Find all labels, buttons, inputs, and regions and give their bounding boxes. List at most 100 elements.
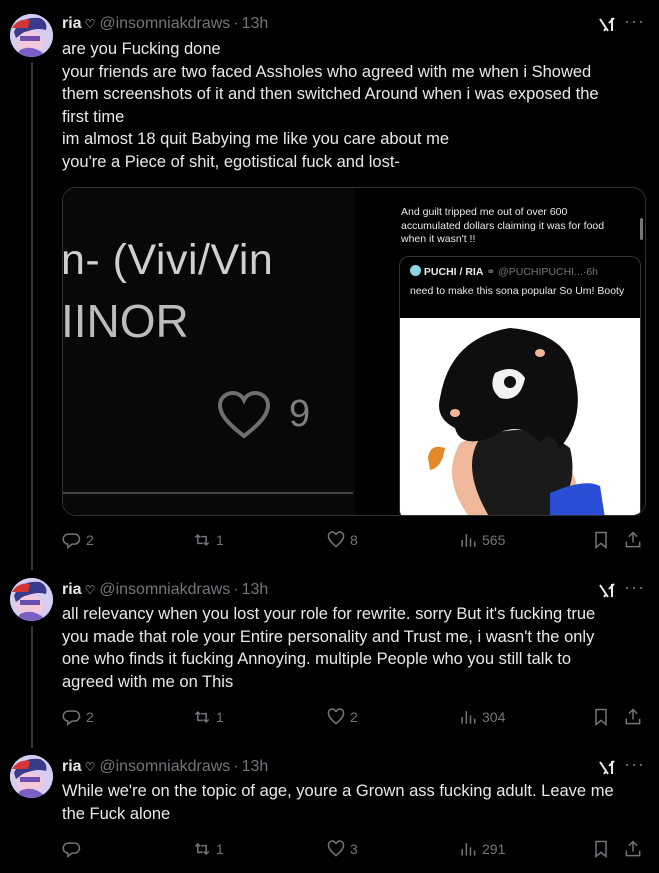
repost-count: 1 — [216, 532, 224, 548]
action-bar: 2 1 2 304 — [62, 707, 652, 729]
reply-button[interactable]: 2 — [62, 707, 94, 727]
views-icon — [461, 534, 476, 547]
views-button[interactable]: 291 — [458, 839, 505, 859]
like-count: 2 — [350, 709, 358, 725]
share-icon — [625, 531, 641, 548]
handle[interactable]: @insomniakdraws — [99, 758, 230, 775]
tweet-header: ria ♡ @insomniakdraws · 13h — [62, 14, 268, 34]
grok-icon[interactable] — [597, 758, 617, 778]
repost-count: 1 — [216, 841, 224, 857]
bookmark-button[interactable] — [591, 707, 611, 727]
repost-button[interactable]: 1 — [192, 707, 224, 727]
avatar[interactable] — [10, 14, 53, 57]
action-bar: 1 3 291 — [62, 839, 652, 861]
tweet-header: ria ♡ @insomniakdraws · 13h — [62, 757, 268, 777]
tweet-text: While we're on the topic of age, youre a… — [62, 780, 652, 825]
heart-badge-icon: ♡ — [84, 17, 96, 31]
view-count: 565 — [482, 532, 506, 548]
display-name[interactable]: ria — [62, 15, 82, 32]
timestamp[interactable]: 13h — [242, 758, 269, 775]
tweet[interactable]: ria ♡ @insomniakdraws · 13h ··· While we're … — [0, 749, 659, 873]
tweet-text-line: are you Fucking done — [62, 40, 221, 58]
share-icon — [625, 708, 641, 725]
screenshot-right: And guilt tripped me out of over 600 acc… — [389, 188, 645, 515]
screenshot-like-count: 9 — [289, 393, 311, 435]
tweet-text-line: the Fuck alone — [62, 804, 171, 823]
heart-badge-icon: ♡ — [84, 583, 96, 597]
handle[interactable]: @insomniakdraws — [99, 15, 230, 32]
bookmark-button[interactable] — [591, 839, 611, 859]
handle[interactable]: @insomniakdraws — [99, 581, 230, 598]
like-button[interactable]: 2 — [326, 707, 358, 727]
media-image[interactable]: n- (Vivi/Vin IINOR 9 And guilt tripped m… — [62, 187, 646, 516]
reply-button[interactable] — [62, 839, 86, 859]
reply-icon — [62, 533, 81, 550]
dot-separator: · — [233, 15, 239, 32]
dot-separator: · — [233, 581, 239, 598]
bookmark-icon — [595, 840, 607, 859]
action-bar: 2 1 8 565 — [62, 530, 652, 552]
display-name[interactable]: ria — [62, 581, 82, 598]
avatar[interactable] — [10, 578, 53, 621]
reply-button[interactable]: 2 — [62, 530, 94, 550]
tweet-text-line: you're a Piece of shit, egotistical fuck… — [62, 152, 400, 171]
timestamp[interactable]: 13h — [242, 15, 269, 32]
repost-icon — [194, 842, 210, 856]
avatar-drawing-icon — [10, 755, 53, 798]
grok-icon[interactable] — [597, 15, 617, 35]
character-drawing — [400, 318, 640, 515]
link-icon: ⚭ — [486, 266, 496, 278]
reply-icon — [62, 710, 81, 727]
tweet[interactable]: ria ♡ @insomniakdraws · 13h ··· all relevanc… — [0, 572, 659, 748]
like-button[interactable]: 8 — [326, 530, 358, 550]
tweet-text-line: agreed with me on This — [62, 672, 234, 691]
reply-count: 2 — [86, 709, 94, 725]
repost-icon — [194, 533, 210, 547]
view-count: 291 — [482, 841, 506, 857]
more-options-icon[interactable]: ··· — [624, 577, 645, 598]
heart-badge-icon: ♡ — [84, 760, 96, 774]
screenshot-tweet-text: And guilt tripped me out of over 600 acc… — [401, 206, 605, 245]
tweet[interactable]: ria ♡ @insomniakdraws · 13h ··· are you Fuck… — [0, 0, 659, 572]
quoted-handle: @PUCHIPUCHI... — [498, 266, 583, 278]
quoted-name: PUCHI / RIA — [423, 266, 484, 278]
share-button[interactable] — [623, 839, 643, 859]
tweet-text-line: im almost 18 quit Babying me like you ca… — [62, 130, 450, 148]
more-options-icon[interactable]: ··· — [624, 11, 645, 32]
avatar[interactable] — [10, 755, 53, 798]
bookmark-button[interactable] — [591, 530, 611, 550]
tweet-text: are you Fucking done your friends are tw… — [62, 38, 652, 173]
dot-separator: · — [233, 758, 239, 775]
view-count: 304 — [482, 709, 506, 725]
repost-button[interactable]: 1 — [192, 530, 224, 550]
like-count: 3 — [350, 841, 358, 857]
display-name[interactable]: ria — [62, 758, 82, 775]
like-button[interactable]: 3 — [326, 839, 358, 859]
grok-icon[interactable] — [597, 581, 617, 601]
quoted-tweet: PUCHI / RIA ⚭ @PUCHIPUCHI...·6h need to … — [399, 256, 641, 515]
like-icon — [327, 708, 345, 725]
tweet-header: ria ♡ @insomniakdraws · 13h — [62, 580, 268, 600]
bookmark-icon — [595, 531, 607, 550]
share-button[interactable] — [623, 530, 643, 550]
views-button[interactable]: 304 — [458, 707, 505, 727]
tweet-text-line: you made that role your Entire personali… — [62, 627, 595, 646]
scrollbar — [640, 218, 643, 240]
tweet-text-line: all relevancy when you lost your role fo… — [62, 605, 596, 623]
timestamp[interactable]: 13h — [242, 581, 269, 598]
share-icon — [625, 840, 641, 857]
bookmark-icon — [595, 708, 607, 727]
reply-count: 2 — [86, 532, 94, 548]
quoted-time: 6h — [586, 266, 599, 278]
tweet-text: all relevancy when you lost your role fo… — [62, 603, 652, 693]
views-icon — [461, 843, 476, 856]
screenshot-left: n- (Vivi/Vin IINOR 9 — [63, 188, 355, 515]
views-icon — [461, 711, 476, 724]
repost-button[interactable]: 1 — [192, 839, 224, 859]
quoted-header: PUCHI / RIA ⚭ @PUCHIPUCHI...·6h — [410, 265, 598, 278]
tweet-text-line: While we're on the topic of age, youre a… — [62, 782, 614, 800]
more-options-icon[interactable]: ··· — [624, 754, 645, 775]
reply-icon — [62, 842, 81, 859]
share-button[interactable] — [623, 707, 643, 727]
views-button[interactable]: 565 — [458, 530, 505, 550]
